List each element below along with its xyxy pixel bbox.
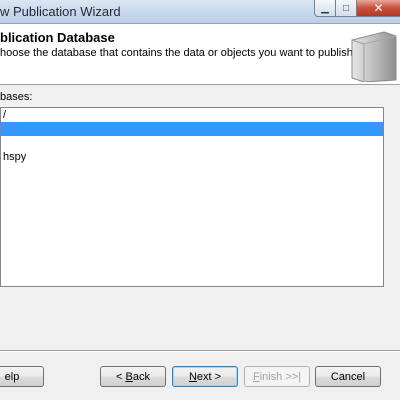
window-title: w Publication Wizard (0, 4, 121, 19)
minimize-icon: ▁ (321, 2, 329, 14)
database-item[interactable]: hspy (1, 150, 383, 164)
database-item[interactable] (1, 136, 383, 150)
close-icon: ✕ (373, 1, 384, 15)
database-item-selected[interactable] (1, 122, 383, 136)
minimize-button[interactable]: ▁ (314, 0, 336, 17)
back-button-label: ack (132, 371, 150, 383)
title-bar[interactable]: w Publication Wizard ▁ □ ✕ (0, 0, 400, 24)
page-subtitle: hoose the database that contains the dat… (0, 47, 356, 59)
databases-label: bases: (0, 91, 33, 103)
next-button[interactable]: Next > (172, 366, 238, 387)
close-button[interactable]: ✕ (356, 0, 400, 17)
databases-listbox[interactable]: / hspy (0, 107, 384, 287)
cancel-button-label: Cancel (330, 371, 366, 383)
help-button[interactable]: elp (0, 366, 44, 387)
cancel-button[interactable]: Cancel (315, 366, 381, 387)
finish-button: Finish >>| (244, 366, 310, 387)
next-button-label: ext > (196, 371, 222, 383)
database-publication-icon (351, 31, 397, 82)
footer-divider (0, 350, 400, 352)
back-button[interactable]: < Back (100, 366, 166, 387)
maximize-icon: □ (342, 2, 350, 14)
page-title: blication Database (0, 30, 115, 45)
maximize-button[interactable]: □ (335, 0, 357, 17)
finish-button-label: inish >>| (259, 371, 302, 383)
database-item[interactable]: / (1, 108, 383, 122)
back-button-prefix: < (116, 371, 126, 383)
back-button-mnemonic: B (125, 371, 133, 383)
next-button-mnemonic: N (188, 371, 197, 383)
wizard-header: blication Database hoose the database th… (0, 24, 400, 85)
finish-button-mnemonic: F (252, 371, 260, 383)
help-button-label: elp (4, 371, 20, 383)
